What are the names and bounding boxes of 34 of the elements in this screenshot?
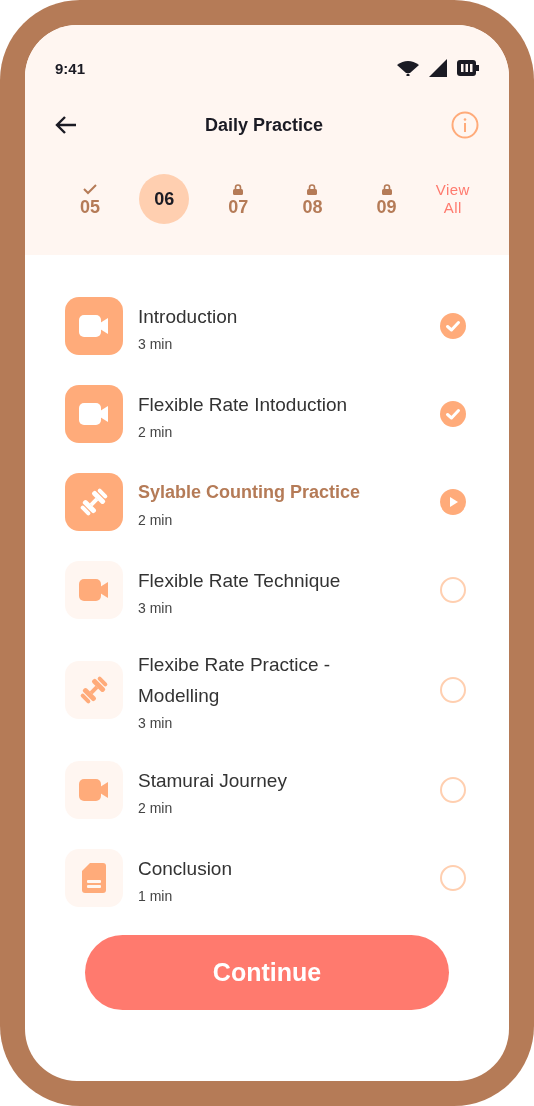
status-time: 9:41 — [55, 59, 86, 77]
day-tab[interactable]: 06 — [139, 174, 190, 224]
video-camera-icon — [79, 579, 109, 601]
lock-icon — [233, 184, 244, 195]
lesson-duration: 1 min — [138, 887, 174, 904]
lesson-duration: 2 min — [138, 799, 174, 816]
play-circle-icon[interactable] — [439, 488, 467, 516]
video-camera-icon — [79, 403, 109, 425]
back-arrow-icon[interactable] — [55, 116, 77, 134]
checkmark-icon — [83, 184, 97, 195]
lock-icon — [307, 184, 318, 195]
page-title: Daily Practice — [204, 114, 324, 136]
lesson-title[interactable]: Flexibe Rate Practice - Modelling — [138, 649, 378, 711]
lesson-title[interactable]: Stamurai Journey — [138, 764, 378, 796]
video-camera-icon — [79, 779, 109, 801]
lesson-duration: 3 min — [138, 599, 174, 616]
lesson-title[interactable]: Conclusion — [138, 852, 378, 884]
lesson-title[interactable]: Sylable Counting Practice — [138, 476, 378, 508]
lesson-duration: 3 min — [138, 715, 174, 731]
lesson-duration: 3 min — [138, 335, 174, 352]
lesson-title[interactable]: Flexible Rate Technique — [138, 564, 378, 596]
video-camera-icon — [79, 315, 109, 337]
dumbbell-icon — [79, 675, 109, 705]
wifi-icon — [397, 60, 419, 76]
lesson-title[interactable]: Introduction — [138, 300, 378, 332]
lesson-duration: 2 min — [138, 511, 174, 528]
dumbbell-icon — [79, 487, 109, 517]
lock-icon — [381, 184, 392, 195]
lesson-title[interactable]: Flexible Rate Intoduction — [138, 388, 378, 420]
lesson-duration: 2 min — [138, 423, 174, 440]
signal-icon — [429, 59, 447, 77]
document-icon — [82, 863, 106, 893]
info-icon[interactable] — [451, 111, 479, 139]
battery-icon — [457, 60, 479, 76]
